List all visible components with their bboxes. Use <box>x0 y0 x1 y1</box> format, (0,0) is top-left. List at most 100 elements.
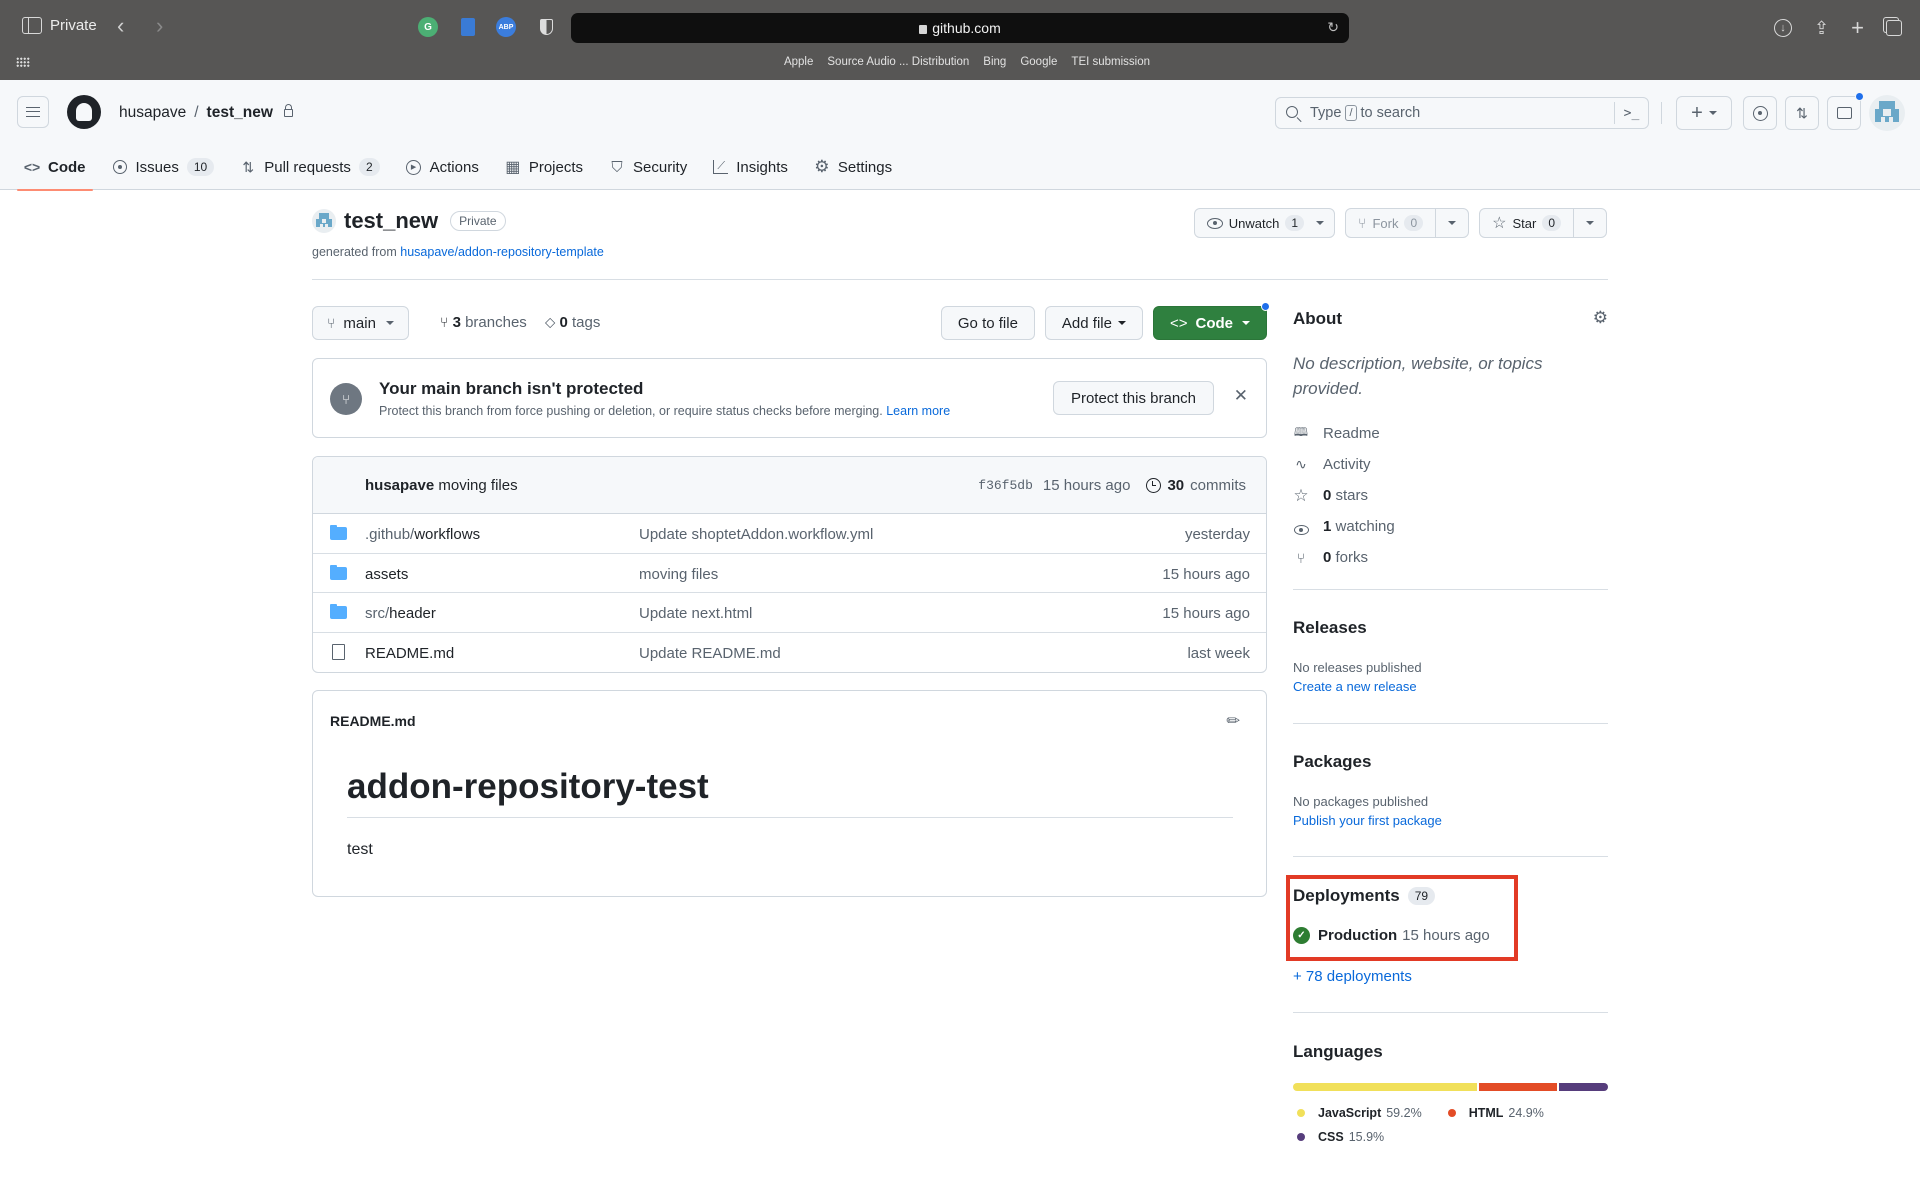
github-header: husapave / test_new Type / to search >_ … <box>0 80 1920 191</box>
fork-label: Fork <box>1372 215 1399 231</box>
create-new-button[interactable]: + <box>1676 96 1732 130</box>
star-button[interactable]: ☆ Star 0 <box>1479 208 1607 238</box>
language-segment-javascript[interactable] <box>1293 1083 1478 1091</box>
language-item-html[interactable]: HTML 24.9% <box>1444 1101 1544 1125</box>
gear-icon[interactable]: ⚙ <box>1593 308 1608 328</box>
about-item-activity[interactable]: ∿ Activity <box>1293 449 1395 480</box>
file-name-link[interactable]: README.md <box>365 645 454 662</box>
deployment-env: Production <box>1318 927 1398 944</box>
owner-avatar[interactable] <box>312 209 336 233</box>
file-row[interactable]: assets moving files 15 hours ago <box>313 554 1266 593</box>
about-item-stars[interactable]: ☆ 0 stars <box>1293 480 1395 511</box>
tab-security[interactable]: ⛉ Security <box>609 144 687 190</box>
create-release-link[interactable]: Create a new release <box>1293 679 1417 694</box>
repo-link[interactable]: test_new <box>207 104 273 122</box>
file-row[interactable]: src/header Update next.html 15 hours ago <box>313 593 1266 633</box>
github-logo-icon[interactable] <box>67 95 101 129</box>
pencil-icon[interactable]: ✎ <box>1221 709 1245 733</box>
learn-more-link[interactable]: Learn more <box>886 404 950 418</box>
inbox-button[interactable] <box>1827 92 1864 130</box>
fork-dropdown[interactable] <box>1435 209 1468 237</box>
template-link[interactable]: husapave/addon-repository-template <box>400 245 604 259</box>
language-item-javascript[interactable]: JavaScript 59.2% <box>1293 1101 1422 1125</box>
branch-selector[interactable]: ⑂ main <box>312 306 409 340</box>
deployments-header[interactable]: Deployments 79 <box>1293 886 1436 906</box>
tab-projects[interactable]: ▦ Projects <box>505 144 583 190</box>
tab-settings[interactable]: ⚙ Settings <box>814 144 892 190</box>
forward-button[interactable]: › <box>156 13 163 39</box>
owner-link[interactable]: husapave <box>119 104 186 122</box>
language-segment-css[interactable] <box>1558 1083 1608 1091</box>
protect-branch-button[interactable]: Protect this branch <box>1052 381 1214 415</box>
file-name-link[interactable]: src/header <box>365 605 436 622</box>
star-dropdown[interactable] <box>1573 209 1606 237</box>
shield-extension-icon[interactable] <box>536 17 556 37</box>
sidebar-toggle-button[interactable]: Private <box>22 17 97 34</box>
adblock-extension-icon[interactable]: ABP <box>496 17 516 37</box>
watch-button[interactable]: Unwatch 1 <box>1193 208 1336 238</box>
publish-package-link[interactable]: Publish your first package <box>1293 813 1442 828</box>
add-file-button[interactable]: Add file <box>1044 306 1143 340</box>
commit-message[interactable]: moving files <box>438 477 517 494</box>
tags-link[interactable]: ⬦ 0 tags <box>545 314 601 331</box>
command-palette-icon[interactable]: >_ <box>1614 102 1648 124</box>
readme-filename[interactable]: README.md <box>330 713 416 729</box>
about-item-watching[interactable]: 1 watching <box>1293 511 1395 542</box>
code-button[interactable]: <> Code <box>1152 302 1270 340</box>
branches-link[interactable]: ⑂ 3 branches <box>440 314 527 331</box>
share-icon[interactable]: ⇪ <box>1814 18 1829 39</box>
bookmark-item[interactable]: Google <box>1020 56 1057 68</box>
back-button[interactable]: ‹ <box>117 13 124 39</box>
repo-name-link[interactable]: test_new <box>344 208 438 234</box>
file-commit-message[interactable]: Update shoptetAddon.workflow.yml <box>639 526 873 543</box>
file-row[interactable]: .github/workflows Update shoptetAddon.wo… <box>313 514 1266 554</box>
docs-extension-icon[interactable] <box>458 17 478 37</box>
close-icon[interactable]: ✕ <box>1234 386 1248 406</box>
file-commit-message[interactable]: moving files <box>639 566 718 583</box>
notification-dot <box>1261 302 1270 311</box>
sidebar-icon <box>22 17 42 34</box>
tab-actions[interactable]: ▶ Actions <box>406 144 479 190</box>
reload-icon[interactable]: ↻ <box>1327 19 1339 36</box>
file-commit-message[interactable]: Update README.md <box>639 645 781 662</box>
language-segment-html[interactable] <box>1479 1083 1557 1091</box>
pull-requests-button[interactable]: ⇅ <box>1785 96 1819 130</box>
commits-link[interactable]: 30 commits <box>1146 477 1246 494</box>
about-item-forks[interactable]: ⑂ 0 forks <box>1293 542 1395 573</box>
new-tab-icon[interactable]: + <box>1851 15 1864 41</box>
user-avatar[interactable] <box>1869 95 1905 131</box>
more-deployments-link[interactable]: + 78 deployments <box>1293 968 1412 985</box>
language-item-css[interactable]: CSS 15.9% <box>1293 1125 1384 1149</box>
go-to-file-button[interactable]: Go to file <box>940 306 1035 340</box>
latest-commit: husapave moving files f36f5db 15 hours a… <box>313 457 1266 514</box>
downloads-icon[interactable]: ↓ <box>1774 19 1793 37</box>
about-item-readme[interactable]: 🕮 Readme <box>1293 418 1395 449</box>
menu-button[interactable] <box>17 96 49 128</box>
commit-sha[interactable]: f36f5db <box>978 478 1033 493</box>
commit-author[interactable]: husapave <box>365 477 434 494</box>
tab-overview-icon[interactable] <box>1886 20 1902 36</box>
fork-button[interactable]: ⑂ Fork 0 <box>1345 208 1470 238</box>
tab-label: Security <box>633 158 688 176</box>
bookmark-item[interactable]: TEI submission <box>1071 56 1150 68</box>
file-name-link[interactable]: assets <box>365 566 408 583</box>
search-input[interactable]: Type / to search >_ <box>1275 97 1649 129</box>
deployment-item[interactable]: ✓ Production 15 hours ago <box>1293 927 1490 944</box>
bookmark-item[interactable]: Bing <box>983 56 1006 68</box>
tab-insights[interactable]: ⟋ Insights <box>713 144 788 190</box>
tab-issues[interactable]: Issues 10 <box>112 144 215 190</box>
grammarly-extension-icon[interactable]: G <box>418 17 438 37</box>
tab-pull-requests[interactable]: ⇅ Pull requests 2 <box>240 144 380 190</box>
address-bar[interactable]: github.com ↻ <box>571 13 1349 43</box>
bookmark-item[interactable]: Source Audio ... Distribution <box>827 56 969 68</box>
releases-heading[interactable]: Releases <box>1293 618 1367 638</box>
file-commit-message[interactable]: Update next.html <box>639 605 752 622</box>
bookmark-item[interactable]: Apple <box>784 56 813 68</box>
packages-heading[interactable]: Packages <box>1293 752 1371 772</box>
tab-code[interactable]: <> Code <box>17 144 92 191</box>
file-row[interactable]: README.md Update README.md last week <box>313 633 1266 673</box>
issues-button[interactable] <box>1743 96 1777 130</box>
file-name-link[interactable]: .github/workflows <box>365 526 480 543</box>
header-divider <box>1661 102 1662 124</box>
deployment-age: 15 hours ago <box>1402 927 1490 944</box>
